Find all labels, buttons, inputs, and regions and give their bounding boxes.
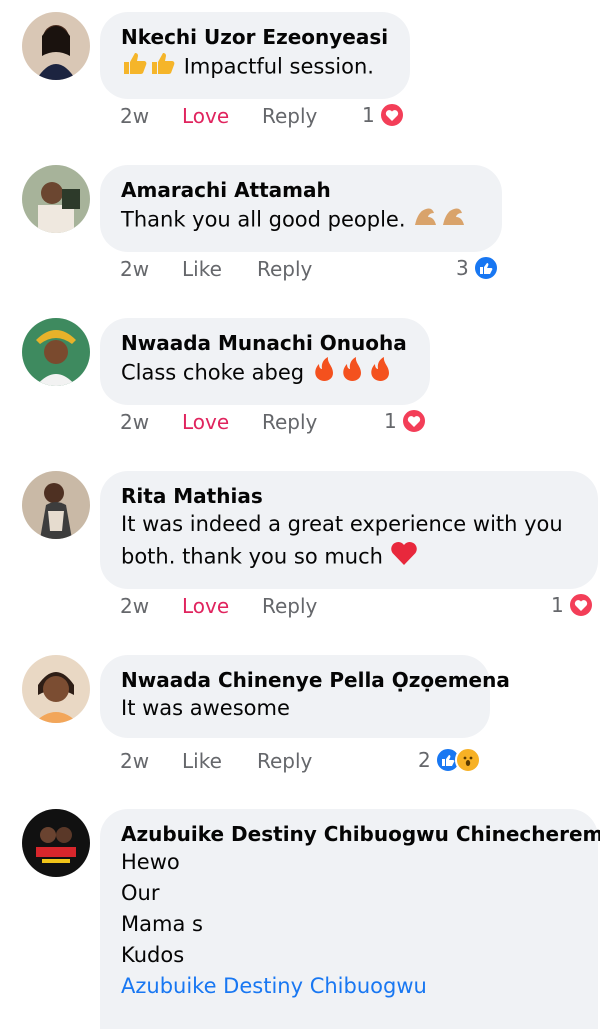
comment-actions: 2w Like Reply	[120, 749, 337, 773]
fire-emoji-icon	[311, 356, 397, 391]
reaction-count: 2	[418, 748, 431, 772]
comment-text-line: It was indeed a great experience with yo…	[121, 512, 563, 536]
comment-author[interactable]: Nwaada Chinenye Pella Ọzọemena	[121, 667, 510, 693]
reaction-summary[interactable]: 2	[418, 747, 481, 773]
like-button[interactable]: Like	[182, 257, 257, 281]
comment-bubble: Azubuike Destiny Chibuogwu Chinecherem H…	[100, 809, 600, 1029]
comment-author[interactable]: Nwaada Munachi Onuoha	[121, 330, 410, 356]
love-button[interactable]: Love	[182, 594, 262, 618]
reply-button[interactable]: Reply	[257, 749, 337, 773]
comment-text-line: Hewo	[121, 850, 180, 874]
reaction-summary[interactable]: 3	[456, 255, 499, 281]
comment-text: It was awesome	[121, 696, 290, 720]
reply-button[interactable]: Reply	[262, 594, 342, 618]
love-icon	[400, 408, 427, 434]
comment-actions: 2w Like Reply	[120, 257, 337, 281]
red-heart-emoji-icon	[390, 540, 418, 575]
reaction-count: 1	[551, 593, 564, 617]
wow-icon	[454, 747, 481, 773]
reply-button[interactable]: Reply	[262, 410, 342, 434]
avatar[interactable]	[22, 318, 90, 386]
avatar[interactable]	[22, 12, 90, 80]
love-icon	[378, 102, 405, 128]
mention-link[interactable]: Azubuike Destiny Chibuogwu	[121, 971, 578, 1002]
comment-text-line: Mama s	[121, 912, 203, 936]
comment-text-line: Kudos	[121, 943, 185, 967]
reaction-count: 1	[362, 103, 375, 127]
comment-text: Impactful session.	[183, 54, 374, 79]
reaction-count: 3	[456, 256, 469, 280]
avatar[interactable]	[22, 165, 90, 233]
like-button[interactable]: Like	[182, 749, 257, 773]
comment-text: Thank you all good people.	[121, 207, 406, 232]
comment-text-line: both. thank you so much	[121, 544, 383, 569]
avatar[interactable]	[22, 809, 90, 877]
comment-actions: 2w Love Reply	[120, 104, 342, 128]
comment-bubble: Amarachi Attamah Thank you all good peop…	[100, 165, 502, 252]
like-icon	[472, 255, 499, 281]
love-button[interactable]: Love	[182, 104, 262, 128]
comment-text-line: Our	[121, 881, 160, 905]
comment-time[interactable]: 2w	[120, 594, 182, 618]
comment-author[interactable]: Azubuike Destiny Chibuogwu Chinecherem	[121, 821, 600, 847]
comment-author[interactable]: Amarachi Attamah	[121, 177, 482, 203]
comment-time[interactable]: 2w	[120, 749, 182, 773]
reaction-count: 1	[384, 409, 397, 433]
comment-author[interactable]: Nkechi Uzor Ezeonyeasi	[121, 24, 390, 50]
comment-author[interactable]: Rita Mathias	[121, 483, 578, 509]
comment-bubble: Nkechi Uzor Ezeonyeasi Impactful session…	[100, 12, 410, 99]
reaction-summary[interactable]: 1	[362, 102, 405, 128]
avatar[interactable]	[22, 471, 90, 539]
reply-button[interactable]: Reply	[257, 257, 337, 281]
comment-bubble: Nwaada Munachi Onuoha Class choke abeg	[100, 318, 430, 405]
love-icon	[567, 592, 594, 618]
comment-bubble: Nwaada Chinenye Pella Ọzọemena It was aw…	[100, 655, 510, 738]
thumbs-up-emoji-icon	[121, 50, 177, 85]
comment-actions: 2w Love Reply	[120, 594, 342, 618]
comment-bubble: Rita Mathias It was indeed a great exper…	[100, 471, 598, 589]
comment-time[interactable]: 2w	[120, 410, 182, 434]
flexed-biceps-emoji-icon	[412, 203, 468, 238]
comment-actions: 2w Love Reply	[120, 410, 342, 434]
comment-text: Class choke abeg	[121, 360, 305, 385]
love-button[interactable]: Love	[182, 410, 262, 434]
reply-button[interactable]: Reply	[262, 104, 342, 128]
avatar[interactable]	[22, 655, 90, 723]
reaction-summary[interactable]: 1	[384, 408, 427, 434]
comment-time[interactable]: 2w	[120, 257, 182, 281]
reaction-summary[interactable]: 1	[551, 592, 594, 618]
comment-time[interactable]: 2w	[120, 104, 182, 128]
